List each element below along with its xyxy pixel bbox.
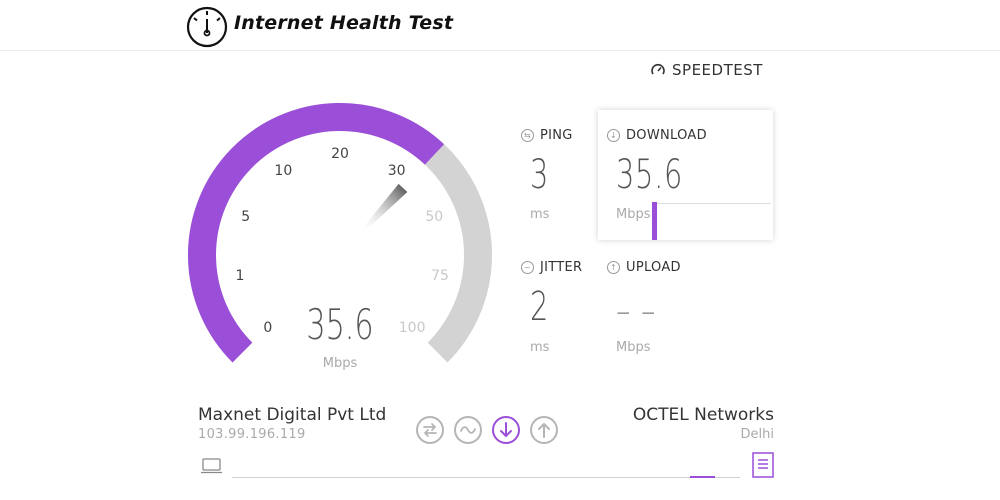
upload-unit: Mbps — [616, 340, 651, 355]
ping-stage-icon — [416, 416, 444, 444]
jitter-unit: ms — [530, 340, 550, 355]
gauge-scale-label: 75 — [431, 268, 449, 284]
test-stage-indicators — [415, 415, 559, 445]
download-unit: Mbps — [616, 207, 651, 222]
jitter-icon: ~ — [521, 261, 534, 274]
jitter-label-text: JITTER — [540, 260, 583, 275]
speedtest-brand-label: SPEEDTEST — [672, 61, 763, 79]
download-arrow-icon: ↓ — [607, 129, 620, 142]
gauge-needle — [359, 183, 408, 235]
gauge-scale-label: 0 — [263, 320, 272, 336]
ping-unit: ms — [530, 207, 550, 222]
speedometer-icon[interactable] — [185, 5, 229, 49]
upload-stage-icon — [530, 416, 558, 444]
speedtest-gauge-icon — [651, 63, 665, 75]
ping-label: ⇆ PING — [521, 128, 573, 143]
speedtest-brand[interactable]: SPEEDTEST — [650, 60, 763, 80]
gauge-scale-label: 5 — [241, 209, 250, 225]
download-graph-baseline — [653, 203, 771, 204]
download-stage-icon — [492, 416, 520, 444]
jitter-label: ~ JITTER — [521, 260, 582, 275]
client-computer-icon — [201, 458, 222, 474]
ping-value: 3 — [530, 152, 550, 198]
download-value: 35.6 — [616, 152, 684, 198]
download-label: ↓ DOWNLOAD — [607, 128, 707, 143]
server-location: Delhi — [740, 427, 774, 442]
progress-fill — [689, 476, 715, 478]
upload-label: ↑ UPLOAD — [607, 260, 681, 275]
isp-ip: 103.99.196.119 — [198, 427, 306, 442]
jitter-stage-icon — [454, 416, 482, 444]
download-label-text: DOWNLOAD — [626, 128, 707, 143]
server-name[interactable]: OCTEL Networks — [633, 405, 774, 425]
speed-gauge: 0 1 5 10 20 30 50 75 100 35.6 Mbps — [188, 103, 492, 371]
gauge-value: 35.6 — [306, 300, 373, 349]
gauge-scale-label: 50 — [425, 209, 443, 225]
progress-track — [232, 477, 740, 478]
download-graph-bar — [652, 202, 657, 240]
isp-name: Maxnet Digital Pvt Ltd — [198, 405, 387, 425]
gauge-scale-label: 100 — [399, 320, 426, 336]
gauge-unit: Mbps — [323, 356, 358, 371]
upload-arrow-icon: ↑ — [607, 261, 620, 274]
gauge-scale-label: 20 — [331, 146, 349, 162]
jitter-value: 2 — [530, 284, 550, 330]
site-title[interactable]: Internet Health Test — [234, 12, 453, 34]
upload-value: – – — [616, 288, 657, 334]
header-bar: Internet Health Test — [0, 0, 1000, 51]
server-icon — [752, 452, 774, 478]
gauge-scale-label: 10 — [274, 163, 292, 179]
ping-icon: ⇆ — [521, 129, 534, 142]
gauge-scale-label: 1 — [235, 268, 244, 284]
ping-label-text: PING — [540, 128, 573, 143]
gauge-scale-label: 30 — [388, 163, 406, 179]
upload-label-text: UPLOAD — [626, 260, 681, 275]
